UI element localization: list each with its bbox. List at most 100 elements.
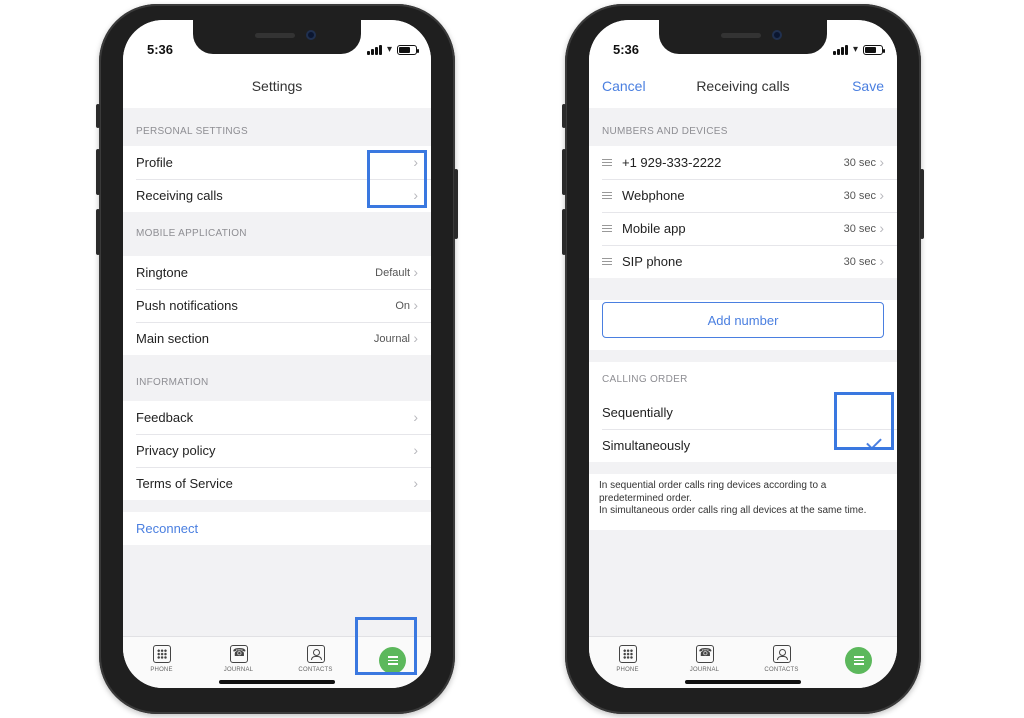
menu-icon <box>845 647 872 674</box>
mute-switch <box>562 104 566 128</box>
settings-row-terms[interactable]: Terms of Service › <box>123 467 431 500</box>
calling-order-note: In sequential order calls ring devices a… <box>589 474 897 530</box>
contacts-icon <box>772 645 791 663</box>
row-label: Profile <box>136 155 173 170</box>
device-label: SIP phone <box>622 254 683 269</box>
receiving-calls-content: NUMBERS AND DEVICES +1 929-333-2222 30 se… <box>589 108 897 636</box>
left-phone-frame: 5:36 ▾ Settings PERSONAL SETTINGS Profil… <box>96 4 458 714</box>
row-label: Push notifications <box>136 298 238 313</box>
information-group: Feedback › Privacy policy › Terms of Servi… <box>123 401 431 500</box>
volume-down-button <box>96 209 100 255</box>
right-phone-frame: 5:36 ▾ Cancel Receiving calls Save NUMBE… <box>562 4 924 714</box>
settings-row-push-notifications[interactable]: Push notifications On › <box>123 289 431 322</box>
wifi-icon: ▾ <box>852 44 858 55</box>
highlight-simultaneously-check <box>834 392 894 450</box>
note-simultaneous: In simultaneous order calls ring all dev… <box>599 505 867 516</box>
chevron-right-icon: › <box>413 442 418 458</box>
tab-menu[interactable] <box>820 637 897 688</box>
notch <box>659 20 827 54</box>
home-indicator <box>219 680 335 684</box>
camera-icon <box>306 30 316 40</box>
contacts-icon <box>306 645 325 663</box>
device-label: Webphone <box>622 188 685 203</box>
settings-row-feedback[interactable]: Feedback › <box>123 401 431 434</box>
chevron-right-icon: › <box>413 330 418 346</box>
tab-label: PHONE <box>616 667 639 673</box>
notch <box>193 20 361 54</box>
volume-up-button <box>96 149 100 195</box>
battery-icon <box>397 44 419 55</box>
navigation-bar: Settings <box>123 66 431 108</box>
save-button[interactable]: Save <box>852 78 884 94</box>
device-row[interactable]: Mobile app 30 sec › <box>589 212 897 245</box>
journal-icon <box>229 645 248 663</box>
settings-row-ringtone[interactable]: Ringtone Default › <box>123 256 431 289</box>
option-label: Simultaneously <box>602 438 691 453</box>
chevron-right-icon: › <box>413 409 418 425</box>
chevron-right-icon: › <box>413 264 418 280</box>
drag-handle-icon[interactable] <box>602 192 612 199</box>
row-label: Privacy policy <box>136 443 216 458</box>
mobile-application-group: Ringtone Default › Push notifications On › M… <box>123 256 431 355</box>
chevron-right-icon: › <box>413 475 418 491</box>
navigation-bar: Cancel Receiving calls Save <box>589 66 897 108</box>
signal-icon <box>832 44 848 55</box>
drag-handle-icon[interactable] <box>602 159 612 166</box>
reconnect-button[interactable]: Reconnect <box>123 512 431 545</box>
device-label: +1 929-333-2222 <box>622 155 722 170</box>
section-header-numbers: NUMBERS AND DEVICES <box>602 126 728 137</box>
chevron-right-icon: › <box>413 297 418 313</box>
row-label: Main section <box>136 331 209 346</box>
page-title: Settings <box>251 78 303 94</box>
chevron-right-icon: › <box>879 220 884 236</box>
row-value: On <box>395 299 410 312</box>
device-timeout: 30 sec <box>843 189 876 202</box>
device-timeout: 30 sec <box>843 222 876 235</box>
status-time: 5:36 <box>147 42 174 57</box>
note-sequential: In sequential order calls ring devices a… <box>599 480 827 504</box>
row-label: Feedback <box>136 410 194 425</box>
volume-up-button <box>562 149 566 195</box>
tab-label: JOURNAL <box>689 667 720 673</box>
dialpad-icon <box>152 645 171 663</box>
home-indicator <box>685 680 801 684</box>
chevron-right-icon: › <box>879 187 884 203</box>
journal-icon <box>695 645 714 663</box>
tab-label: JOURNAL <box>223 667 254 673</box>
signal-icon <box>366 44 382 55</box>
dialpad-icon <box>618 645 637 663</box>
right-screen: 5:36 ▾ Cancel Receiving calls Save NUMBE… <box>589 20 897 688</box>
chevron-right-icon: › <box>879 154 884 170</box>
row-label: Ringtone <box>136 265 189 280</box>
row-label: Receiving calls <box>136 188 223 203</box>
tab-phone[interactable]: PHONE <box>589 637 666 688</box>
option-label: Sequentially <box>602 405 673 420</box>
section-header-mobile: MOBILE APPLICATION <box>136 228 247 239</box>
tab-phone[interactable]: PHONE <box>123 637 200 688</box>
settings-row-privacy-policy[interactable]: Privacy policy › <box>123 434 431 467</box>
row-value: Journal <box>373 332 410 345</box>
tab-label: CONTACTS <box>298 667 333 673</box>
tab-label: PHONE <box>150 667 173 673</box>
highlight-receiving-calls-chevron <box>367 150 427 208</box>
add-number-button[interactable]: Add number <box>602 302 884 338</box>
device-timeout: 30 sec <box>843 156 876 169</box>
device-row[interactable]: Webphone 30 sec › <box>589 179 897 212</box>
mute-switch <box>96 104 100 128</box>
section-header-calling-order: CALLING ORDER <box>589 362 897 396</box>
battery-icon <box>863 44 885 55</box>
chevron-right-icon: › <box>879 253 884 269</box>
drag-handle-icon[interactable] <box>602 258 612 265</box>
volume-down-button <box>562 209 566 255</box>
page-title: Receiving calls <box>696 78 790 94</box>
row-label: Terms of Service <box>136 476 233 491</box>
power-button <box>920 169 924 239</box>
device-label: Mobile app <box>622 221 686 236</box>
tab-label: CONTACTS <box>764 667 799 673</box>
section-header-information: INFORMATION <box>136 377 209 388</box>
drag-handle-icon[interactable] <box>602 225 612 232</box>
device-row[interactable]: +1 929-333-2222 30 sec › <box>589 146 897 179</box>
settings-row-main-section[interactable]: Main section Journal › <box>123 322 431 355</box>
device-row[interactable]: SIP phone 30 sec › <box>589 245 897 278</box>
status-time: 5:36 <box>613 42 640 57</box>
